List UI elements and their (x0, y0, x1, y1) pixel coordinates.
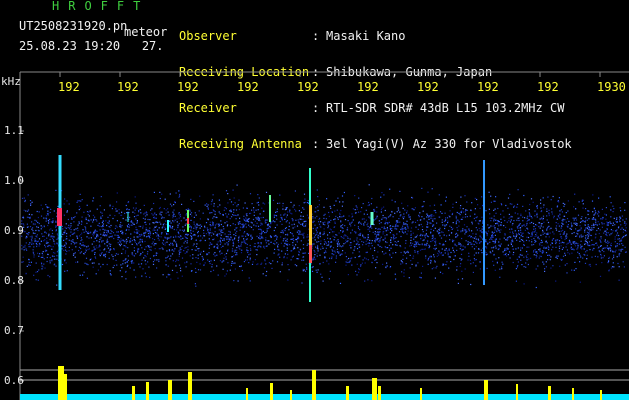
echo-spike (312, 370, 316, 400)
y-axis-unit: kHz (1, 75, 21, 88)
echo-spike (188, 372, 192, 400)
x-tick-label: 192 (58, 80, 80, 94)
echo-spike (168, 380, 172, 400)
meteor-echo-core (309, 205, 312, 245)
x-tick-label: 192 (417, 80, 439, 94)
y-tick-label: 1.1 (4, 124, 24, 137)
x-tick-label: 1930 (597, 80, 626, 94)
echo-spike (58, 366, 64, 400)
x-tick-label: 192 (177, 80, 199, 94)
echo-spike (270, 383, 273, 400)
y-tick-label: 1.0 (4, 174, 24, 187)
echo-spike (290, 390, 292, 400)
echo-spike (484, 380, 488, 400)
x-tick-label: 192 (117, 80, 139, 94)
y-tick-label: 0.8 (4, 274, 24, 287)
echo-spike (146, 382, 149, 400)
echo-spike (372, 378, 377, 400)
echo-spike (64, 374, 67, 400)
y-tick-label: 0.9 (4, 224, 24, 237)
y-tick-label: 0.7 (4, 324, 24, 337)
echo-spike (246, 388, 248, 400)
x-tick-label: 192 (297, 80, 319, 94)
meteor-echo-core (57, 208, 62, 226)
echo-spike (600, 390, 602, 400)
echo-spike (378, 386, 381, 400)
y-tick-label: 0.6 (4, 374, 24, 387)
echo-spike (420, 388, 422, 400)
echo-spike (346, 386, 349, 400)
x-tick-label: 192 (357, 80, 379, 94)
signal-baseline (20, 394, 629, 400)
echo-spike (516, 384, 518, 400)
spectrogram-plot (19, 71, 629, 400)
meteor-echo-core (309, 245, 312, 263)
x-tick-label: 192 (477, 80, 499, 94)
echo-spike (132, 386, 135, 400)
echo-spike (548, 386, 551, 400)
meteor-echo-core (187, 218, 189, 224)
echo-spike (572, 388, 574, 400)
x-tick-label: 192 (237, 80, 259, 94)
noise-band (21, 184, 627, 289)
x-tick-label: 192 (537, 80, 559, 94)
